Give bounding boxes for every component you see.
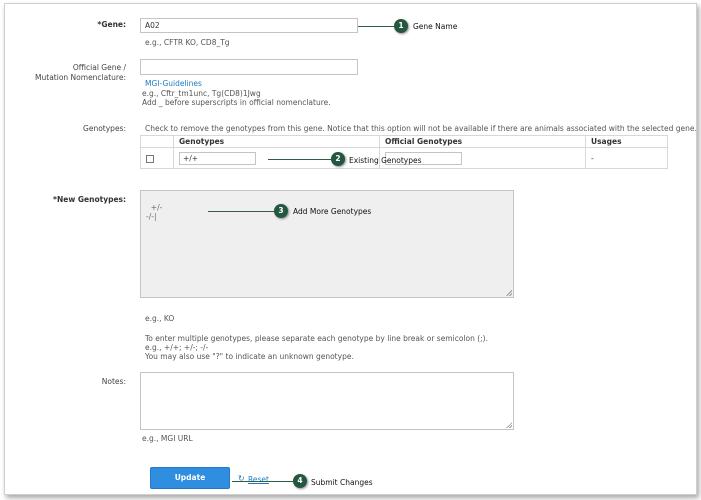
notes-textarea[interactable]: [140, 372, 514, 430]
callout-3-line: [208, 211, 274, 212]
gene-hint: e.g., CFTR KO, CD8_Tg: [145, 38, 230, 47]
callout-3-text: Add More Genotypes: [293, 207, 372, 216]
remove-cell: [140, 147, 174, 169]
update-button[interactable]: Update: [150, 467, 230, 489]
new-genotypes-label: *New Genotypes:: [53, 195, 126, 204]
new-genotypes-value: +/- -/-|: [146, 203, 163, 221]
usages-column-header: Usages: [585, 135, 668, 148]
genotypes-column-header: Genotypes: [173, 135, 380, 148]
mgi-guidelines-link[interactable]: MGI-Guidelines: [145, 79, 202, 88]
genotype-input[interactable]: +/+: [179, 151, 256, 165]
genotypes-notice: Check to remove the genotypes from this …: [145, 124, 697, 133]
callout-2-badge: 2: [331, 152, 345, 166]
resize-handle-icon[interactable]: [506, 290, 512, 296]
official-gene-input[interactable]: [140, 59, 358, 75]
notes-label: Notes:: [101, 377, 126, 386]
new-genotypes-hint-unknown: You may also use "?" to indicate an unkn…: [145, 352, 354, 361]
callout-3-badge: 3: [274, 204, 288, 218]
official-gene-hint-superscript: Add _ before superscripts in official no…: [142, 98, 331, 107]
official-genotypes-column-header: Official Genotypes: [379, 135, 586, 148]
remove-genotype-checkbox[interactable]: [146, 154, 154, 163]
callout-1-badge: 1: [394, 19, 408, 33]
remove-column-header: [140, 135, 174, 148]
gene-input[interactable]: A02: [140, 18, 358, 33]
callout-4-line: [232, 481, 293, 482]
notes-hint: e.g., MGI URL: [142, 434, 193, 443]
genotypes-table-header: Genotypes Official Genotypes Usages: [140, 135, 668, 148]
callout-2-line: [268, 159, 331, 160]
callout-1-text: Gene Name: [413, 22, 458, 31]
genotypes-label: Genotypes:: [83, 124, 126, 133]
callout-4-text: Submit Changes: [311, 478, 373, 487]
usages-cell: -: [585, 147, 668, 169]
callout-2-text: Existing Genotypes: [349, 156, 422, 165]
resize-handle-icon[interactable]: [506, 422, 512, 428]
reset-link[interactable]: Reset: [248, 475, 269, 484]
new-genotypes-hint-example: e.g., KO: [145, 314, 175, 323]
gene-label: *Gene:: [97, 20, 126, 29]
callout-4-badge: 4: [293, 474, 307, 488]
official-gene-label: Official Gene / Mutation Nomenclature:: [35, 63, 126, 82]
callout-1-line: [358, 26, 394, 27]
